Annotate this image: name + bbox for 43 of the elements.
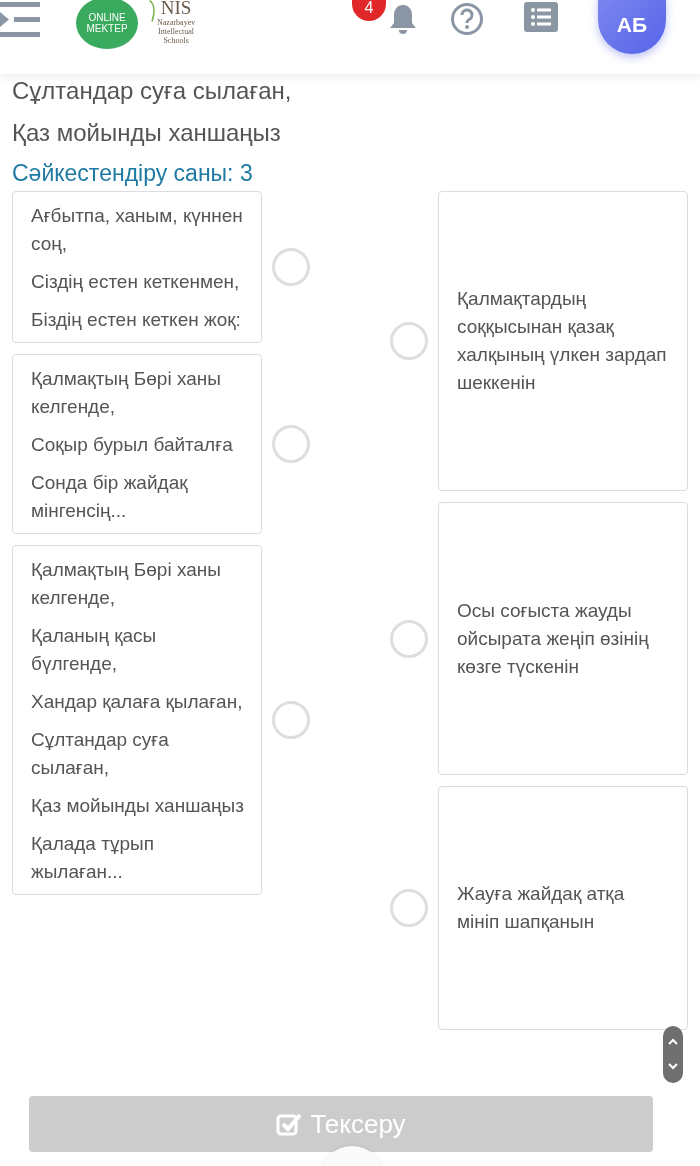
radio-button[interactable] [272,701,310,739]
option-text: Сұлтандар суға сылаған, [31,728,170,780]
scroll-control[interactable] [663,1026,683,1083]
option-text: Ағбытпа, ханым, күннен соң, [31,204,244,256]
notification-badge: 4 [352,0,386,21]
checkbox-icon [276,1112,303,1136]
radio-button[interactable] [390,619,428,658]
option-card[interactable]: Қалмақтың Бөрі ханы келгенде, Қаланың қасы бүлгенде, Хандар қалаға қылаған, Сұлтандар суға сылаған, Қаз мойынды ханшаңыз Қалада тұрып жылаған... [12,545,262,895]
option-text: Хандар қалаға қылаған, [31,690,244,714]
option-card[interactable]: Ағбытпа, ханым, күннен соң, Сіздің естен кеткенмен, Біздің естен кеткен жоқ: [12,191,262,343]
answer-card[interactable]: Қалмақтардың соққысынан қазақ халқының үлкен зардап шеккенін [438,191,688,491]
leaf-icon [148,0,156,24]
school-name: Nazarbayev Intellectual Schools [157,18,196,45]
logo-text: MEKTEP [86,23,128,34]
option-text: Қаз мойынды ханшаңыз [31,794,245,818]
option-text: Біздің естен кеткен жоқ: [31,308,242,332]
radio-button[interactable] [390,889,428,927]
question-text: Қаз мойынды ханшаңыз [12,118,282,148]
list-icon[interactable] [524,2,558,32]
answer-card[interactable]: Жауға жайдақ атқа мініп шапқанын [438,786,688,1030]
radio-button[interactable] [272,425,310,463]
option-text: Сонда бір жайдақ мінгенсің... [31,471,189,523]
option-text: Қалада тұрып жылаған... [31,832,155,884]
radio-button[interactable] [272,248,310,286]
answer-text: Жауға жайдақ атқа мініп шапқанын [457,882,626,934]
answer-card[interactable]: Осы соғыста жауды ойсырата жеңіп өзінің көзге түскенін [438,502,688,775]
radio-button[interactable] [390,322,428,360]
option-text: Соқыр бурыл байталға [31,433,234,457]
bell-icon[interactable] [388,3,418,35]
option-text: Сіздің естен кеткенмен, [31,270,241,294]
answer-text: Осы соғыста жауды ойсырата жеңіп өзінің көзге түскенін [457,598,650,679]
question-text: Сұлтандар суға сылаған, [12,76,293,106]
logo-text: ONLINE [88,12,126,23]
menu-icon[interactable] [0,0,40,40]
help-icon[interactable] [450,2,484,36]
option-text: Қаланың қасы бүлгенде, [31,624,158,676]
answer-text: Қалмақтардың соққысынан қазақ халқының үлкен зардап шеккенін [457,287,668,395]
option-text: Қалмақтың Бөрі ханы келгенде, [31,558,222,610]
option-text: Қалмақтың Бөрі ханы келгенде, [31,367,222,419]
school-logo-text: NIS [160,0,192,18]
avatar[interactable]: АБ [598,0,666,54]
match-count: Сәйкестендіру саны: 3 [12,160,254,187]
option-card[interactable]: Қалмақтың Бөрі ханы келгенде, Соқыр бурыл байталға Сонда бір жайдақ мінгенсің... [12,354,262,534]
